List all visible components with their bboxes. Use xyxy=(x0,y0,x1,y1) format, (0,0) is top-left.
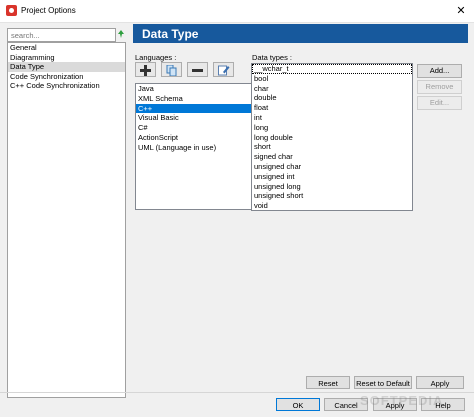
tree-item[interactable]: C++ Code Synchronization xyxy=(8,81,125,91)
data-type-item[interactable]: unsigned long xyxy=(252,182,412,192)
remove-data-type-button[interactable]: Remove xyxy=(417,80,462,94)
edit-icon xyxy=(218,65,230,76)
panel-title: Data Type xyxy=(142,27,199,41)
search-input[interactable] xyxy=(8,29,114,41)
tree-item[interactable]: General xyxy=(8,43,125,53)
tree-item[interactable]: Code Synchronization xyxy=(8,72,125,82)
data-type-item[interactable]: short xyxy=(252,142,412,152)
data-type-item[interactable]: unsigned int xyxy=(252,172,412,182)
add-language-button[interactable] xyxy=(135,62,156,77)
panel-header: Data Type xyxy=(133,24,468,43)
data-types-list[interactable]: __wchar_t bool char double float int long long … xyxy=(251,63,413,211)
reset-to-default-button[interactable]: Reset to Default xyxy=(354,376,412,389)
title-bar: Project Options ✕ xyxy=(0,0,474,23)
plus-icon xyxy=(140,65,151,76)
language-item[interactable]: Java xyxy=(136,84,251,94)
copy-icon xyxy=(166,65,177,76)
language-item[interactable]: C++ xyxy=(136,103,251,114)
panel-apply-button[interactable]: Apply xyxy=(416,376,464,389)
languages-list[interactable]: Java XML Schema C++ Visual Basic C# ActionScr… xyxy=(135,83,252,210)
language-item[interactable]: Visual Basic xyxy=(136,113,251,123)
ok-button[interactable]: OK xyxy=(276,398,320,411)
language-item[interactable]: ActionScript xyxy=(136,133,251,143)
data-type-item[interactable]: float xyxy=(252,103,412,113)
minus-icon xyxy=(192,69,203,72)
window-title: Project Options xyxy=(21,6,76,15)
remove-language-button[interactable] xyxy=(187,62,208,77)
data-type-item[interactable]: unsigned short xyxy=(252,191,412,201)
data-type-item[interactable]: signed char xyxy=(252,152,412,162)
data-type-item[interactable]: unsigned char xyxy=(252,162,412,172)
data-type-item[interactable]: int xyxy=(252,113,412,123)
copy-language-button[interactable] xyxy=(161,62,182,77)
edit-data-type-button[interactable]: Edit... xyxy=(417,96,462,110)
watermark: SOFTPEDIA xyxy=(360,393,444,408)
data-type-item[interactable]: double xyxy=(252,93,412,103)
tree-item[interactable]: Data Type xyxy=(8,62,125,72)
data-types-label: Data types : xyxy=(252,53,293,62)
language-item[interactable]: UML (Language in use) xyxy=(136,143,251,153)
data-type-item[interactable]: void xyxy=(252,201,412,211)
data-type-item[interactable]: bool xyxy=(252,74,412,84)
language-item[interactable]: XML Schema xyxy=(136,94,251,104)
app-icon xyxy=(6,5,17,16)
data-type-item[interactable]: long xyxy=(252,123,412,133)
data-type-item[interactable]: long double xyxy=(252,133,412,143)
data-type-item[interactable]: char xyxy=(252,84,412,94)
data-type-item[interactable]: __wchar_t xyxy=(252,64,412,74)
edit-language-button[interactable] xyxy=(213,62,234,77)
search-field[interactable] xyxy=(7,28,116,42)
add-data-type-button[interactable]: Add... xyxy=(417,64,462,78)
tree-item[interactable]: Diagramming xyxy=(8,53,125,63)
languages-label: Languages : xyxy=(135,53,177,62)
reset-button[interactable]: Reset xyxy=(306,376,350,389)
options-tree[interactable]: General Diagramming Data Type Code Synchron… xyxy=(7,42,126,398)
close-icon[interactable]: ✕ xyxy=(454,4,468,18)
search-go-icon[interactable] xyxy=(117,29,125,39)
language-item[interactable]: C# xyxy=(136,123,251,133)
